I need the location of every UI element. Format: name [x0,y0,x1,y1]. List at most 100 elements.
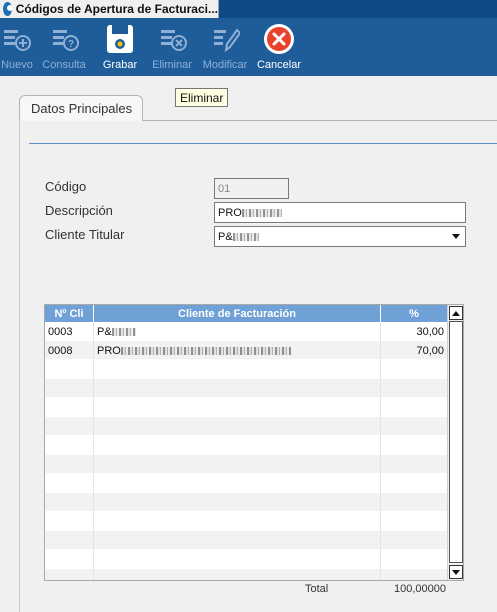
cell-percent [381,455,448,474]
tab-page-border [19,120,20,612]
cancelar-button[interactable]: Cancelar [252,18,306,76]
save-floppy-icon [103,22,137,56]
cell-num [45,417,94,436]
total-label: Total [305,583,329,595]
table-row[interactable] [45,417,448,436]
cell-cliente [94,550,381,569]
nuevo-button[interactable]: Nuevo [0,18,34,76]
cell-cliente [94,531,381,550]
cell-cliente: P& [94,322,381,341]
eliminar-label: Eliminar [152,59,192,71]
cell-percent [381,569,448,580]
edit-pencil-icon [208,22,242,56]
cell-num [45,569,94,580]
table-row[interactable] [45,531,448,550]
cancelar-label: Cancelar [256,59,302,71]
table-row[interactable] [45,550,448,569]
cell-cliente-text: PRO [97,344,121,357]
cell-percent [381,360,448,379]
consulta-button[interactable]: ? Consulta [34,18,94,76]
window-tab[interactable]: Códigos de Apertura de Facturaci... [0,0,219,18]
scrollbar-thumb[interactable] [449,321,463,563]
cell-num [45,379,94,398]
table-row[interactable] [45,512,448,531]
descripcion-label: Descripción [45,203,113,218]
add-list-icon [0,22,34,56]
codigo-field: 01 [214,178,289,199]
cell-percent [381,379,448,398]
table-row[interactable]: 0008 PRO 70,00 [45,341,448,360]
scroll-up-arrow-icon[interactable] [449,306,463,320]
svg-text:?: ? [68,39,74,50]
table-row[interactable] [45,398,448,417]
app-icon [3,2,13,16]
cell-cliente [94,493,381,512]
table-row[interactable] [45,474,448,493]
cell-percent [381,398,448,417]
cliente-titular-value: P& [218,230,233,243]
redacted-text [241,208,282,217]
table-row[interactable] [45,360,448,379]
grid-header: Nº Cli Cliente de Facturación % [45,305,448,322]
cell-cliente [94,379,381,398]
grabar-button[interactable]: Grabar [94,18,146,76]
cell-cliente [94,474,381,493]
consulta-label: Consulta [42,59,86,71]
descripcion-value: PRO [218,206,242,219]
cell-num [45,531,94,550]
cell-percent [381,474,448,493]
redacted-text [120,346,291,355]
cell-cliente [94,398,381,417]
cell-num [45,360,94,379]
modificar-label: Modificar [202,59,248,71]
tab-datos-principales[interactable]: Datos Principales [19,95,143,121]
tab-divider [143,120,497,121]
cell-num: 0008 [45,341,94,360]
cell-cliente-text: P& [97,325,112,338]
cancel-x-icon [262,22,296,56]
cell-percent [381,493,448,512]
clientes-facturacion-grid: Nº Cli Cliente de Facturación % 0003 P& … [44,304,464,581]
cell-percent [381,512,448,531]
eliminar-button[interactable]: Eliminar [146,18,198,76]
window-title: Códigos de Apertura de Facturaci... [15,2,218,16]
cell-percent: 30,00 [381,322,448,341]
grid-scrollbar[interactable] [447,305,463,580]
delete-list-icon [155,22,189,56]
table-row[interactable] [45,379,448,398]
column-header-percent[interactable]: % [381,305,448,322]
column-header-num-cli[interactable]: Nº Cli [45,305,94,322]
grabar-label: Grabar [102,59,138,71]
table-row[interactable] [45,493,448,512]
cell-num [45,550,94,569]
cliente-titular-select[interactable]: P& [214,226,466,247]
query-list-icon: ? [47,22,81,56]
section-divider [29,143,497,144]
redacted-text [232,232,259,241]
total-value: 100,00000 [394,583,446,595]
cell-cliente [94,455,381,474]
chevron-down-icon[interactable] [449,229,463,244]
table-row[interactable] [45,436,448,455]
cell-percent: 70,00 [381,341,448,360]
cell-cliente [94,417,381,436]
tooltip: Eliminar [175,88,229,107]
cell-cliente [94,436,381,455]
cell-percent [381,531,448,550]
table-row[interactable]: 0003 P& 30,00 [45,322,448,341]
cell-cliente [94,512,381,531]
grid-body: 0003 P& 30,00 0008 PRO 70,00 [45,322,448,580]
cliente-titular-label: Cliente Titular [45,227,125,242]
table-row[interactable] [45,569,448,580]
cell-num [45,436,94,455]
column-header-cliente[interactable]: Cliente de Facturación [94,305,381,322]
descripcion-field[interactable]: PRO [214,202,466,223]
redacted-text [111,327,136,336]
cell-num [45,493,94,512]
modificar-button[interactable]: Modificar [198,18,252,76]
cell-percent [381,550,448,569]
scroll-down-arrow-icon[interactable] [449,565,463,579]
cell-num [45,455,94,474]
cell-percent [381,436,448,455]
table-row[interactable] [45,455,448,474]
